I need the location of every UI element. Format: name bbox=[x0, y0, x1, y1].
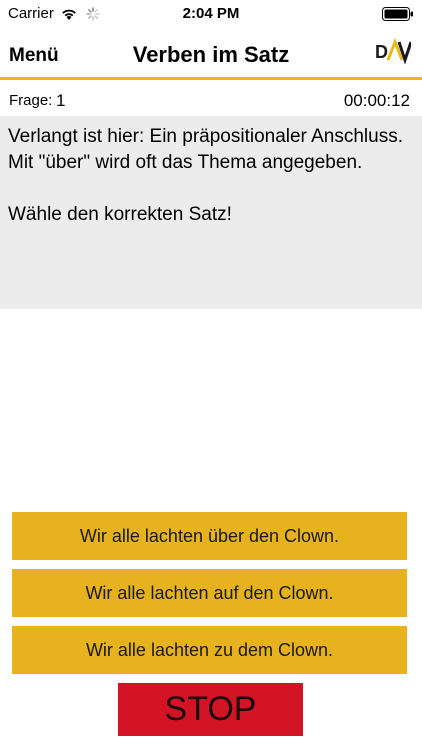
stop-button[interactable]: STOP bbox=[118, 683, 303, 736]
question-number: 1 bbox=[56, 91, 66, 110]
answer-button-1[interactable]: Wir alle lachten über den Clown. bbox=[12, 512, 407, 560]
answer-button-2[interactable]: Wir alle lachten auf den Clown. bbox=[12, 569, 407, 617]
question-instruction: Wähle den korrekten Satz! bbox=[8, 204, 232, 225]
dav-logo: D bbox=[375, 38, 411, 64]
question-number-label: Frage: bbox=[9, 92, 53, 109]
svg-text:D: D bbox=[375, 42, 388, 62]
question-text-area: Verlangt ist hier: Ein präpositionaler A… bbox=[0, 116, 422, 309]
question-info-row: Frage: 1 00:00:12 bbox=[0, 82, 422, 116]
answer-button-3[interactable]: Wir alle lachten zu dem Clown. bbox=[12, 626, 407, 674]
nav-bar: Menü Verben im Satz D bbox=[0, 28, 422, 80]
status-bar: Carrier 2:04 PM bbox=[0, 0, 422, 28]
status-time: 2:04 PM bbox=[182, 5, 240, 22]
page-title: Verben im Satz bbox=[132, 42, 290, 67]
question-text: Verlangt ist hier: Ein präpositionaler A… bbox=[8, 126, 403, 173]
timer: 00:00:12 bbox=[343, 91, 410, 110]
battery-icon bbox=[382, 7, 413, 21]
